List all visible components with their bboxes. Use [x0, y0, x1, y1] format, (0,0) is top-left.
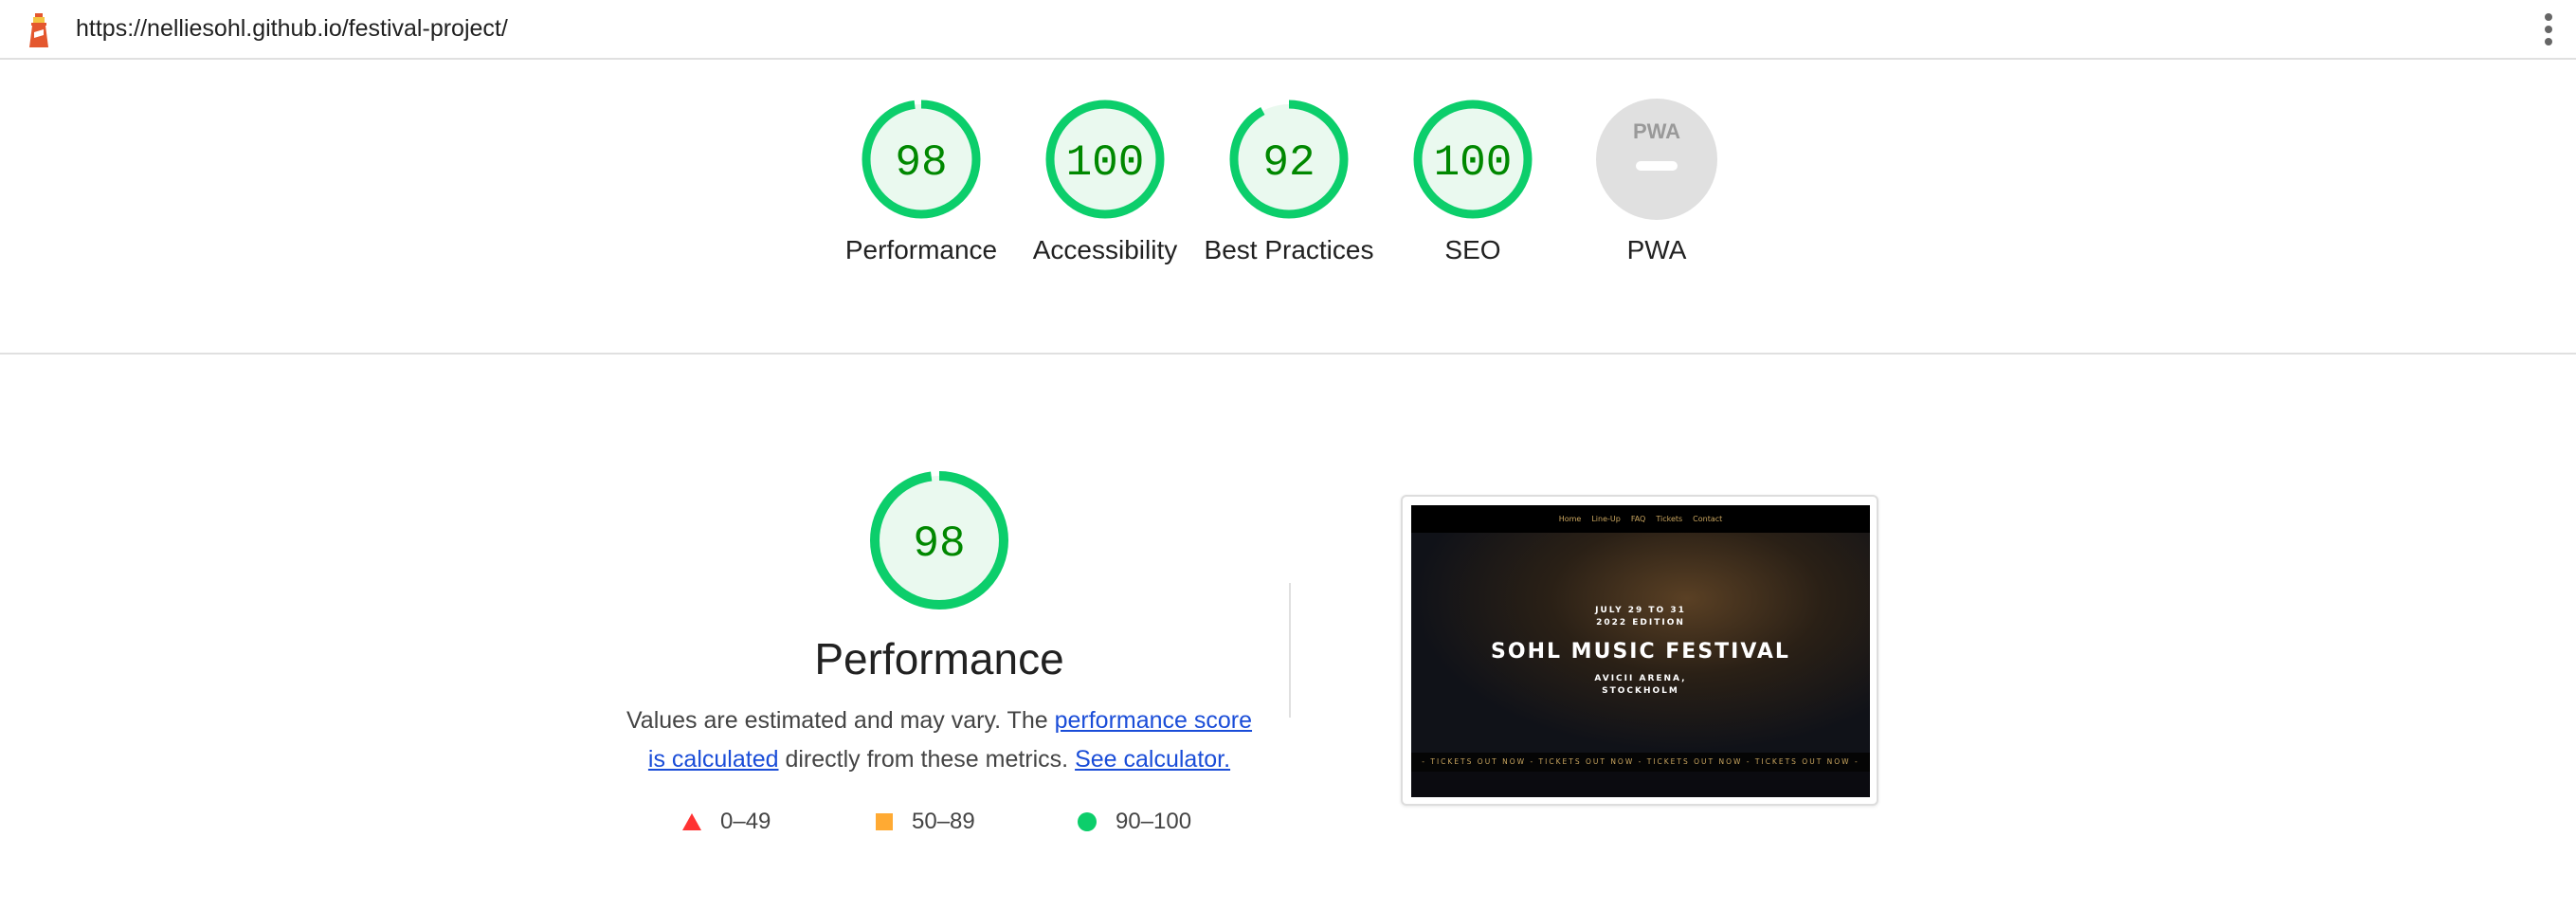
- gauge-score: 98: [895, 138, 947, 188]
- site-nav-item: Home: [1558, 515, 1582, 523]
- pwa-badge-text: PWA: [1633, 119, 1680, 143]
- performance-description: Values are estimated and may vary. The p…: [617, 701, 1261, 779]
- see-calculator-link[interactable]: See calculator.: [1075, 746, 1230, 773]
- gauge-best-practices[interactable]: 92 Best Practices: [1199, 97, 1379, 269]
- hero-title: SOHL MUSIC FESTIVAL: [1491, 640, 1790, 664]
- screenshot-image: Home Line-Up FAQ Tickets Contact JULY 29 TO …: [1411, 505, 1870, 797]
- legend-label: 0–49: [720, 809, 771, 834]
- gauge-label: PWA: [1626, 235, 1687, 264]
- performance-score: 98: [913, 519, 965, 569]
- gauge-seo[interactable]: 100 SEO: [1383, 97, 1563, 269]
- site-nav: Home Line-Up FAQ Tickets Contact: [1411, 505, 1870, 533]
- page-url[interactable]: https://nelliesohl.github.io/festival-pr…: [76, 15, 508, 43]
- performance-title: Performance: [814, 634, 1064, 683]
- legend-pass: 90–100: [1078, 809, 1191, 835]
- site-nav-item: Line-Up: [1591, 515, 1621, 523]
- gauge-score: 92: [1262, 138, 1315, 188]
- gauge-score: 100: [1066, 138, 1145, 188]
- site-nav-item: Contact: [1693, 515, 1723, 523]
- performance-gauge-large: 98: [750, 464, 1129, 621]
- legend-fail: 0–49: [682, 809, 771, 835]
- orange-square-icon: [876, 813, 893, 830]
- hero-dates: JULY 29 TO 31: [1595, 606, 1686, 615]
- report-topbar: https://nelliesohl.github.io/festival-pr…: [0, 0, 2576, 60]
- vertical-divider: [1289, 583, 1291, 718]
- hero-edition: 2022 EDITION: [1596, 618, 1685, 628]
- site-hero: JULY 29 TO 31 2022 EDITION SOHL MUSIC FE…: [1411, 533, 1870, 753]
- gauge-score: 100: [1434, 138, 1513, 188]
- more-options-icon[interactable]: [2544, 13, 2553, 47]
- green-circle-icon: [1078, 812, 1097, 831]
- gauge-label: Best Practices: [1204, 235, 1374, 264]
- desc-text: Values are estimated and may vary. The: [626, 707, 1055, 734]
- legend-label: 50–89: [912, 809, 975, 834]
- red-triangle-icon: [682, 813, 701, 830]
- ticker: - TICKETS OUT NOW - TICKETS OUT NOW - TI…: [1411, 753, 1870, 772]
- desc-text: directly from these metrics.: [778, 746, 1076, 773]
- gauge-label: Performance: [844, 235, 998, 264]
- site-nav-item: Tickets: [1656, 515, 1683, 523]
- hero-venue: AVICII ARENA,: [1594, 674, 1687, 683]
- site-nav-item: FAQ: [1630, 515, 1646, 523]
- legend-average: 50–89: [876, 809, 975, 835]
- gauge-label: SEO: [1444, 235, 1501, 264]
- gauge-performance[interactable]: 98 Performance: [831, 97, 1011, 269]
- gauge-label: Accessibility: [1032, 235, 1178, 264]
- gauge-pwa[interactable]: PWA PWA: [1567, 97, 1747, 269]
- gauge-accessibility[interactable]: 100 Accessibility: [1015, 97, 1195, 269]
- legend-label: 90–100: [1116, 809, 1192, 834]
- divider: [0, 353, 2576, 355]
- final-screenshot[interactable]: Home Line-Up FAQ Tickets Contact JULY 29 TO …: [1401, 495, 1878, 806]
- lighthouse-logo-icon: [29, 13, 48, 47]
- pwa-badge-icon: PWA: [1596, 99, 1717, 220]
- hero-city: STOCKHOLM: [1602, 686, 1679, 696]
